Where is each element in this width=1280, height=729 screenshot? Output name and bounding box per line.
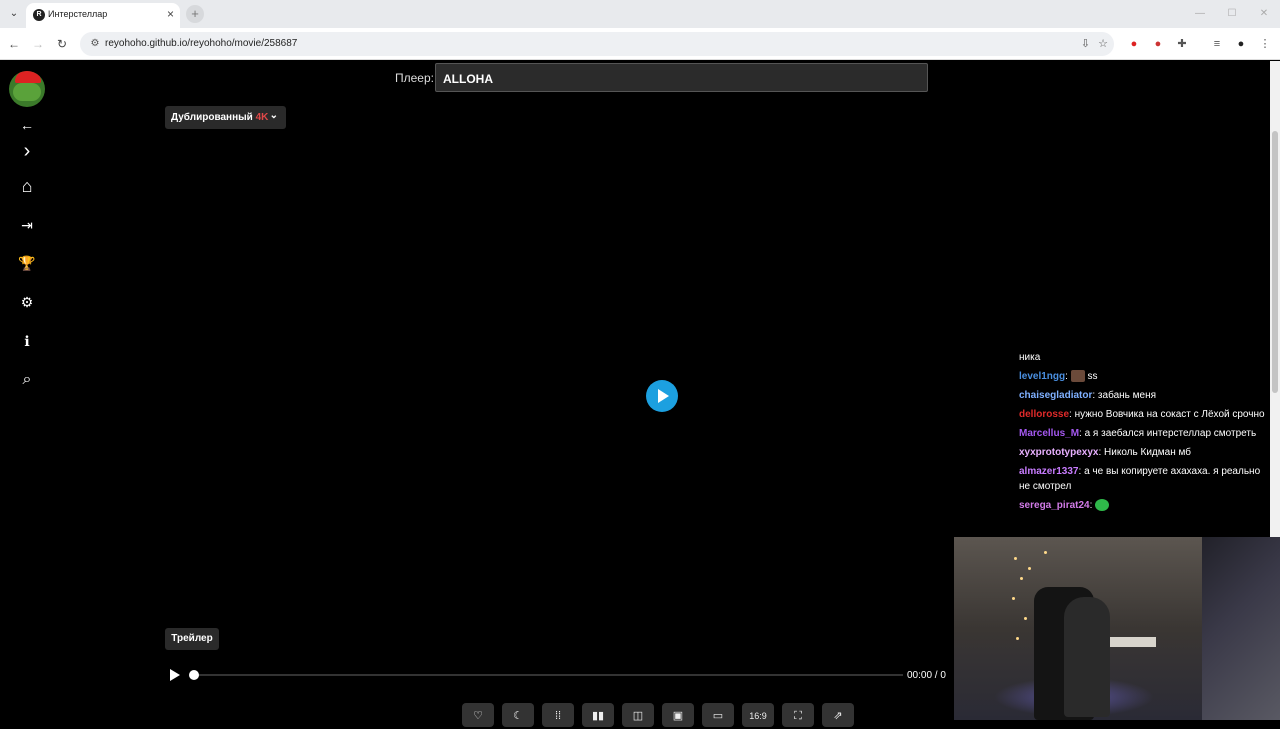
chat-text: ss xyxy=(1087,371,1098,382)
url-text: reyohoho.github.io/reyohoho/movie/258687 xyxy=(105,38,298,49)
chat-message: Marcellus_M: а я заебался интерстеллар с… xyxy=(1019,428,1257,439)
chat-overlay: ника level1ngg: ss chaisegladiator: заба… xyxy=(1019,348,1273,515)
info-icon[interactable]: ℹ xyxy=(17,331,37,351)
install-app-icon[interactable]: ⇩ xyxy=(1081,36,1090,52)
window-controls: — ☐ ✕ xyxy=(1184,0,1280,28)
sidebar: ← › ⌂ ⇥ 🏆 ⚙ ℹ ⌕ xyxy=(0,61,54,720)
progress-handle[interactable] xyxy=(189,670,199,680)
tab-search-chevron-icon[interactable]: ⌄ xyxy=(6,6,22,22)
new-tab-button[interactable]: + xyxy=(186,5,204,23)
pip-icon[interactable]: ▭ xyxy=(702,703,734,727)
trailer-button[interactable]: Трейлер xyxy=(165,628,219,650)
profile-avatar-icon[interactable]: ● xyxy=(1233,36,1249,52)
page-scrollbar[interactable] xyxy=(1270,61,1280,537)
search-icon[interactable]: ⌕ xyxy=(17,370,37,390)
maximize-button[interactable]: ☐ xyxy=(1216,0,1248,28)
address-bar-row: ← → ↻ ⚙ reyohoho.github.io/reyohoho/movi… xyxy=(0,28,1280,60)
moon-icon[interactable]: ☾ xyxy=(502,703,534,727)
scrollbar-thumb[interactable] xyxy=(1272,131,1278,393)
chat-username: serega_pirat24 xyxy=(1019,500,1090,511)
trophy-icon[interactable]: 🏆 xyxy=(17,253,37,273)
chat-text: ника xyxy=(1019,352,1041,363)
player-select[interactable]: ALLOHA xyxy=(435,63,928,92)
minimize-button[interactable]: — xyxy=(1184,0,1216,28)
extensions-puzzle-icon[interactable]: ✚ xyxy=(1174,36,1190,52)
webcam-overlay xyxy=(954,537,1280,720)
screenshot-icon[interactable]: ⛶ xyxy=(782,703,814,727)
site-info-icon[interactable]: ⚙ xyxy=(88,37,102,51)
chat-text: нужно Вовчика на сокаст с Лёхой срочно xyxy=(1074,409,1265,420)
player-label: Плеер: xyxy=(395,71,434,85)
compare-icon[interactable]: ◫ xyxy=(622,703,654,727)
equalizer-icon[interactable]: ▮▮ xyxy=(582,703,614,727)
chat-text: Николь Кидман мб xyxy=(1104,447,1191,458)
chat-username: dellorosse xyxy=(1019,409,1070,420)
chat-message: chaisegladiator: забань меня xyxy=(1019,390,1157,401)
browser-menu-icon[interactable]: ⋮ xyxy=(1257,36,1273,52)
site-logo-avatar[interactable] xyxy=(9,71,45,107)
chat-message: xyxprototypexyx: Николь Кидман мб xyxy=(1019,447,1191,458)
chat-message: serega_pirat24: xyxy=(1019,496,1273,515)
gear-icon[interactable]: ⚙ xyxy=(17,292,37,312)
chat-username: chaisegladiator xyxy=(1019,390,1093,401)
url-input[interactable]: ⚙ reyohoho.github.io/reyohoho/movie/2586… xyxy=(80,32,1114,56)
chat-username: Marcellus_M xyxy=(1019,428,1080,439)
external-icon[interactable]: ⇗ xyxy=(822,703,854,727)
back-arrow-icon[interactable]: ← xyxy=(17,115,37,135)
home-icon[interactable]: ⌂ xyxy=(17,176,37,196)
player-toolbar: ♡ ☾ ⁞⁞ ▮▮ ◫ ▣ ▭ 16:9 ⛶ ⇗ xyxy=(462,703,854,727)
chat-username: level1ngg xyxy=(1019,371,1066,382)
forward-chevron-icon[interactable]: › xyxy=(17,141,37,161)
chat-message: ника xyxy=(1019,348,1273,367)
chevron-down-icon: ⌄ xyxy=(269,110,278,121)
reload-icon[interactable]: ↻ xyxy=(54,36,70,52)
forward-icon[interactable]: → xyxy=(30,36,46,52)
tab-favicon-icon: R xyxy=(33,9,45,21)
emote-icon xyxy=(1095,499,1110,512)
heart-icon[interactable]: ♡ xyxy=(462,703,494,727)
dub-select[interactable]: Дублированный 4K ⌄ xyxy=(165,106,286,129)
extension-icon-1[interactable]: ● xyxy=(1126,36,1142,52)
chat-message: dellorosse: нужно Вовчика на сокаст с Лё… xyxy=(1019,409,1265,420)
quality-badge: 4K xyxy=(255,112,269,123)
picture-icon[interactable]: ▣ xyxy=(662,703,694,727)
login-icon[interactable]: ⇥ xyxy=(17,215,37,235)
play-icon[interactable] xyxy=(170,669,180,681)
emote-icon xyxy=(1070,370,1085,383)
streamer xyxy=(1064,597,1110,717)
tab-close-icon[interactable]: × xyxy=(167,7,174,21)
chat-username: almazer1337 xyxy=(1019,466,1079,477)
chat-message: level1ngg: ss xyxy=(1019,370,1098,383)
dub-label: Дублированный xyxy=(171,112,253,123)
chat-message: almazer1337: а че вы копируете ахахаха. … xyxy=(1019,466,1261,492)
chat-text: а я заебался интерстеллар смотреть xyxy=(1084,428,1257,439)
aspect-ratio-button[interactable]: 16:9 xyxy=(742,703,774,727)
browser-tabbar: ⌄ R Интерстеллар × + — ☐ ✕ xyxy=(0,0,1280,28)
progress-bar[interactable] xyxy=(193,674,903,676)
reading-list-icon[interactable]: ≡ xyxy=(1209,36,1225,52)
play-button[interactable] xyxy=(646,380,678,412)
page-content: ← › ⌂ ⇥ 🏆 ⚙ ℹ ⌕ Плеер: ALLOHA Дублирован… xyxy=(0,61,1280,727)
close-window-button[interactable]: ✕ xyxy=(1248,0,1280,28)
chat-text: забань меня xyxy=(1097,390,1157,401)
extension-icon-2[interactable]: ● xyxy=(1150,36,1166,52)
bookmark-star-icon[interactable]: ☆ xyxy=(1098,36,1108,52)
time-display: 00:00 / 0 xyxy=(907,670,946,681)
grid-icon[interactable]: ⁞⁞ xyxy=(542,703,574,727)
back-icon[interactable]: ← xyxy=(6,36,22,52)
chat-username: xyxprototypexyx xyxy=(1019,447,1099,458)
browser-tab[interactable]: R Интерстеллар × xyxy=(26,3,180,28)
tab-title: Интерстеллар xyxy=(48,9,108,19)
